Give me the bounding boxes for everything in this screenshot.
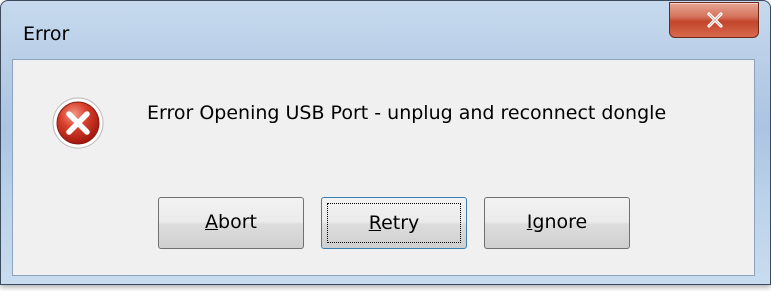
abort-button[interactable]: Abort: [158, 197, 304, 249]
ignore-button[interactable]: Ignore: [484, 197, 630, 249]
retry-button[interactable]: Retry: [321, 197, 467, 249]
window-title: Error: [23, 23, 70, 45]
abort-button-label: Abort: [205, 211, 257, 233]
title-bar[interactable]: Error: [1, 1, 770, 59]
error-icon: [52, 97, 104, 149]
error-dialog-window: Error Error Opening USB Port - unplug an…: [0, 0, 771, 285]
close-button[interactable]: [669, 2, 759, 38]
ignore-button-label: Ignore: [526, 211, 588, 233]
close-icon: [707, 12, 723, 28]
retry-button-label: Retry: [368, 212, 420, 234]
error-message: Error Opening USB Port - unplug and reco…: [147, 102, 667, 124]
retry-focus-rect: Retry: [327, 203, 461, 243]
dialog-body: Error Opening USB Port - unplug and reco…: [12, 59, 755, 276]
